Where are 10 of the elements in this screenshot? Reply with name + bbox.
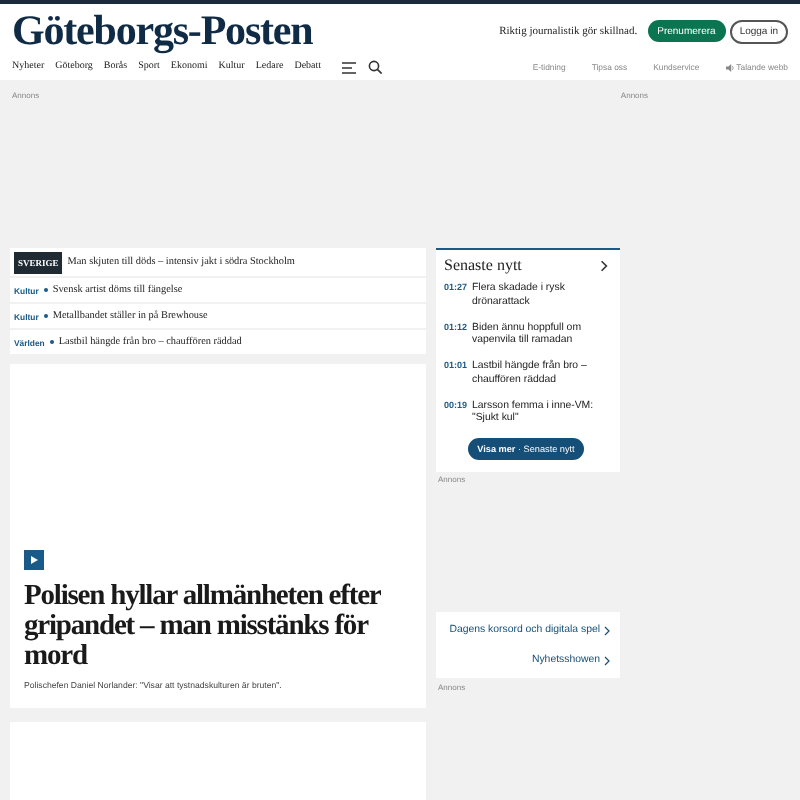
chevron-right-icon[interactable] <box>604 655 610 665</box>
menu-icon[interactable] <box>342 61 357 73</box>
section-title[interactable]: Senaste nytt <box>444 256 522 274</box>
search-icon[interactable] <box>367 60 382 74</box>
article-headline[interactable]: Polisen hyllar allmänheten efter gripandet – man misstänks för mord <box>24 582 414 674</box>
speaker-icon[interactable] <box>725 63 734 71</box>
play-icon[interactable] <box>24 550 44 570</box>
newspaper-logo[interactable]: Göteborgs-Posten <box>12 6 313 56</box>
chevron-right-icon[interactable] <box>604 625 610 635</box>
chevron-right-icon[interactable] <box>600 259 608 271</box>
